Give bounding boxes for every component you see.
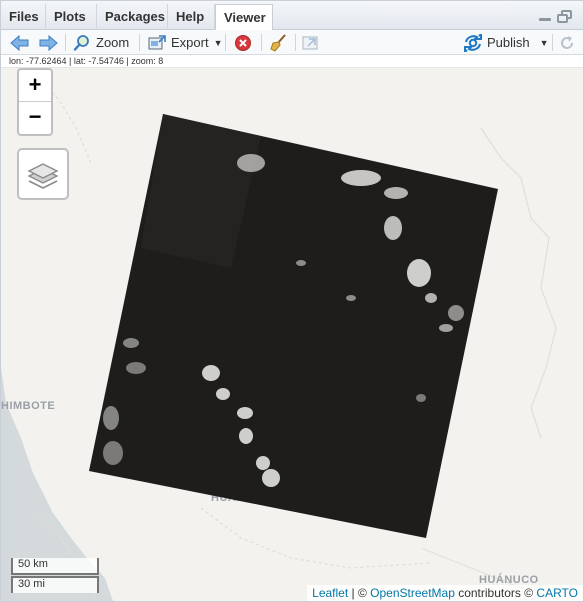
magnifier-icon	[73, 34, 89, 51]
publish-icon	[464, 33, 482, 52]
scale-km: 50 km	[11, 558, 99, 575]
arrow-left-icon	[10, 34, 29, 51]
clear-button[interactable]	[234, 32, 252, 53]
tab-plots[interactable]: Plots	[46, 4, 97, 30]
chevron-down-icon: ▼	[213, 37, 223, 48]
window-controls	[537, 10, 573, 24]
viewer-pane: Files Plots Packages Help Viewer Zoom Ex…	[0, 0, 584, 602]
pane-tab-bar: Files Plots Packages Help Viewer	[1, 1, 583, 31]
layers-control-button[interactable]	[17, 148, 69, 200]
scale-bar: 50 km 30 mi	[11, 558, 99, 593]
viewer-toolbar: Zoom Export ▼ Publish ▼	[1, 30, 583, 55]
refresh-icon	[561, 35, 573, 49]
tab-viewer[interactable]: Viewer	[215, 4, 273, 31]
zoom-button[interactable]: Zoom	[73, 32, 129, 53]
layers-icon	[27, 163, 59, 189]
zoom-out-button[interactable]: −	[19, 102, 51, 134]
export-icon	[148, 34, 166, 49]
back-button[interactable]	[9, 32, 31, 53]
tab-help[interactable]: Help	[168, 4, 215, 30]
coordinates-readout: lon: -77.62464 | lat: -7.54746 | zoom: 8	[1, 55, 583, 68]
publish-button[interactable]: Publish ▼	[463, 32, 549, 53]
refresh-button[interactable]	[558, 32, 576, 53]
export-button[interactable]: Export ▼	[148, 32, 223, 53]
minimize-icon[interactable]	[537, 10, 553, 24]
zoom-in-button[interactable]: +	[19, 70, 51, 102]
export-label: Export	[171, 35, 209, 50]
publish-label: Publish	[487, 35, 530, 50]
maximize-icon[interactable]	[557, 10, 573, 24]
carto-link[interactable]: CARTO	[536, 586, 578, 600]
tab-packages[interactable]: Packages	[97, 4, 168, 30]
osm-link[interactable]: OpenStreetMap	[370, 586, 455, 600]
forward-button[interactable]	[37, 32, 59, 53]
close-circle-icon	[235, 34, 251, 51]
clear-all-button[interactable]	[270, 32, 288, 53]
popout-icon	[302, 36, 318, 49]
leaflet-map[interactable]: HIMBOTE HUAR HUÁNUCO	[1, 68, 583, 601]
arrow-right-icon	[39, 34, 58, 51]
zoom-label: Zoom	[96, 35, 130, 50]
tab-files[interactable]: Files	[1, 4, 46, 30]
leaflet-link[interactable]: Leaflet	[312, 586, 348, 600]
raster-overlay	[89, 114, 498, 538]
map-attribution: Leaflet | © OpenStreetMap contributors ©…	[307, 585, 583, 601]
zoom-control: + −	[17, 68, 53, 136]
chevron-down-icon: ▼	[539, 37, 549, 48]
popout-button[interactable]	[301, 32, 319, 53]
attribution-separator: | ©	[348, 586, 371, 600]
broom-icon	[270, 33, 286, 52]
scale-mi: 30 mi	[11, 576, 99, 593]
attribution-contributors: contributors ©	[454, 586, 537, 600]
